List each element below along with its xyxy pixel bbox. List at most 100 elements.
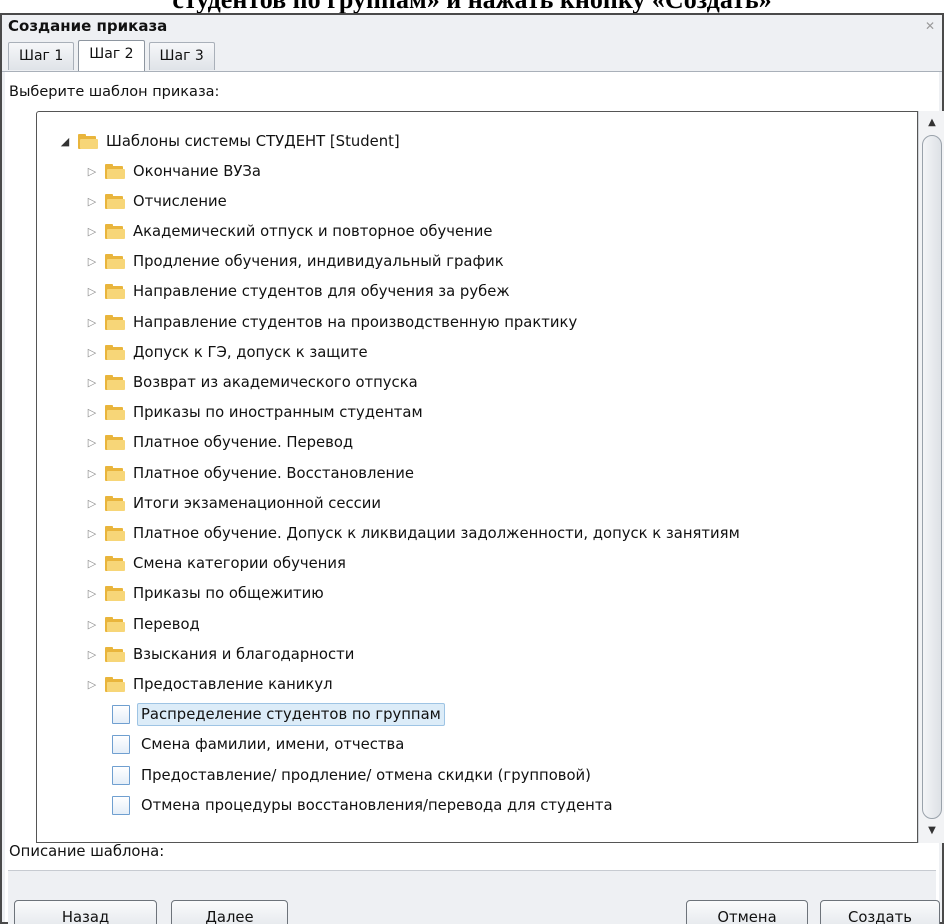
tree-folder-item[interactable]: ▷ Взыскания и благодарности (85, 642, 355, 666)
expand-right-icon[interactable]: ▷ (85, 346, 99, 359)
template-tree-content: ◢ Шаблоны системы СТУДЕНТ [Student] ▷ Око… (37, 112, 917, 842)
expand-right-icon[interactable]: ▷ (85, 225, 99, 238)
expand-right-icon[interactable]: ▷ (85, 406, 99, 419)
tree-folder-label: Приказы по иностранным студентам (133, 404, 423, 422)
tree-folder-item[interactable]: ▷ Приказы по общежитию (85, 582, 324, 606)
expand-right-icon[interactable]: ▷ (85, 648, 99, 661)
tree-folder-label: Платное обучение. Допуск к ликвидации за… (133, 524, 740, 542)
tree-folder-label: Взыскания и благодарности (133, 645, 355, 663)
tree-folder-label: Итоги экзаменационной сессии (133, 494, 382, 512)
tree-folder-item[interactable]: ▷ Возврат из академического отпуска (85, 370, 418, 394)
expand-right-icon[interactable]: ▷ (85, 587, 99, 600)
expand-right-icon[interactable]: ▷ (85, 195, 99, 208)
tree-folder-label: Продление обучения, индивидуальный графи… (133, 253, 504, 271)
tab-step-3[interactable]: Шаг 3 (148, 42, 215, 70)
tree-folder-item[interactable]: ▷ Направление студентов для обучения за р… (85, 280, 510, 304)
expand-right-icon[interactable]: ▷ (85, 467, 99, 480)
template-tree: ◢ Шаблоны системы СТУДЕНТ [Student] ▷ Око… (36, 111, 918, 843)
step-panel: Выберите шаблон приказа: ◢ Шаблоны систе… (5, 72, 944, 924)
tree-folder-label: Перевод (133, 615, 200, 633)
tab-step-1[interactable]: Шаг 1 (8, 42, 75, 70)
folder-icon (105, 254, 125, 270)
expand-right-icon[interactable]: ▷ (85, 678, 99, 691)
scroll-up-arrow-icon[interactable]: ▲ (919, 111, 944, 135)
step-tabs: Шаг 1 Шаг 2 Шаг 3 (8, 40, 215, 72)
tree-document-item[interactable]: Отмена процедуры восстановления/перевода… (112, 793, 613, 817)
folder-icon (105, 314, 125, 330)
expand-right-icon[interactable]: ▷ (85, 255, 99, 268)
expand-down-icon[interactable]: ◢ (58, 135, 72, 148)
expand-right-icon[interactable]: ▷ (85, 316, 99, 329)
scroll-down-arrow-icon[interactable]: ▼ (919, 819, 944, 843)
tree-folder-label: Приказы по общежитию (133, 585, 324, 603)
tree-folder-label: Возврат из академического отпуска (133, 373, 418, 391)
folder-icon (105, 586, 125, 602)
document-icon (112, 705, 130, 725)
tree-folder-item[interactable]: ▷ Окончание ВУЗа (85, 159, 261, 183)
tree-folder-item[interactable]: ▷ Направление студентов на производственн… (85, 310, 577, 334)
expand-right-icon[interactable]: ▷ (85, 497, 99, 510)
expand-right-icon[interactable]: ▷ (85, 436, 99, 449)
expand-right-icon[interactable]: ▷ (85, 165, 99, 178)
folder-icon (78, 133, 98, 149)
tree-document-item[interactable]: Распределение студентов по группам (112, 703, 445, 727)
tree-document-item[interactable]: Смена фамилии, имени, отчества (112, 733, 404, 757)
tree-document-label: Предоставление/ продление/ отмена скидки… (141, 766, 591, 784)
document-icon (112, 765, 130, 785)
tree-folder-label: Платное обучение. Восстановление (133, 464, 414, 482)
create-order-dialog: Создание приказа ✕ Шаг 1 Шаг 2 Шаг 3 Выб… (0, 13, 944, 924)
tree-folder-label: Направление студентов на производственну… (133, 313, 578, 331)
tree-folder-item[interactable]: ▷ Смена категории обучения (85, 552, 346, 576)
expand-right-icon[interactable]: ▷ (85, 376, 99, 389)
tree-folder-label: Направление студентов для обучения за ру… (133, 283, 510, 301)
tab-step-2[interactable]: Шаг 2 (78, 40, 145, 71)
template-description-label: Описание шаблона: (9, 843, 165, 860)
tree-folder-item[interactable]: ▷ Платное обучение. Перевод (85, 431, 353, 455)
tree-folder-label: Отчисление (133, 192, 227, 210)
tree-folder-item[interactable]: ▷ Перевод (85, 612, 200, 636)
tree-document-label: Отмена процедуры восстановления/перевода… (141, 796, 613, 814)
tree-folder-item[interactable]: ▷ Платное обучение. Допуск к ликвидации з… (85, 521, 740, 545)
folder-icon (105, 676, 125, 692)
cancel-button[interactable]: Отмена (686, 900, 808, 924)
tree-folder-item[interactable]: ▷ Платное обучение. Восстановление (85, 461, 414, 485)
expand-right-icon[interactable]: ▷ (85, 557, 99, 570)
document-icon (112, 795, 130, 815)
folder-icon (105, 435, 125, 451)
folder-icon (105, 525, 125, 541)
tree-document-item[interactable]: Предоставление/ продление/ отмена скидки… (112, 763, 591, 787)
tree-folder-label: Смена категории обучения (133, 555, 346, 573)
document-heading-fragment: студентов по группам» и нажать кнопку «С… (0, 0, 944, 14)
folder-icon (105, 193, 125, 209)
back-button[interactable]: Назад (14, 900, 157, 924)
tree-folder-label: Платное обучение. Перевод (133, 434, 354, 452)
tree-folder-label: Окончание ВУЗа (133, 162, 261, 180)
folder-icon (105, 374, 125, 390)
folder-icon (105, 223, 125, 239)
tree-folder-item[interactable]: ▷ Предоставление каникул (85, 672, 333, 696)
template-prompt-label: Выберите шаблон приказа: (9, 84, 220, 100)
folder-icon (105, 465, 125, 481)
tree-folder-item[interactable]: ▷ Продление обучения, индивидуальный граф… (85, 250, 504, 274)
expand-right-icon[interactable]: ▷ (85, 618, 99, 631)
expand-right-icon[interactable]: ▷ (85, 527, 99, 540)
dialog-footer: Назад Далее Отмена Создать (8, 870, 940, 924)
tree-folder-item[interactable]: ▷ Приказы по иностранным студентам (85, 401, 423, 425)
scroll-thumb[interactable] (922, 135, 942, 819)
tree-folder-item[interactable]: ▷ Отчисление (85, 189, 227, 213)
create-button[interactable]: Создать (820, 900, 940, 924)
tree-scrollbar[interactable]: ▲ ▼ (918, 111, 944, 843)
tree-folder-item[interactable]: ▷ Академический отпуск и повторное обучен… (85, 219, 493, 243)
tree-root[interactable]: ◢ Шаблоны системы СТУДЕНТ [Student] (58, 129, 400, 153)
tree-document-label: Смена фамилии, имени, отчества (141, 736, 405, 754)
tree-folder-label: Академический отпуск и повторное обучени… (133, 222, 493, 240)
close-icon[interactable]: ✕ (924, 20, 936, 32)
folder-icon (105, 495, 125, 511)
tree-folder-item[interactable]: ▷ Итоги экзаменационной сессии (85, 491, 381, 515)
document-icon (112, 735, 130, 755)
folder-icon (105, 556, 125, 572)
tree-folder-label: Допуск к ГЭ, допуск к защите (133, 343, 368, 361)
tree-folder-item[interactable]: ▷ Допуск к ГЭ, допуск к защите (85, 340, 368, 364)
expand-right-icon[interactable]: ▷ (85, 285, 99, 298)
next-button[interactable]: Далее (171, 900, 288, 924)
